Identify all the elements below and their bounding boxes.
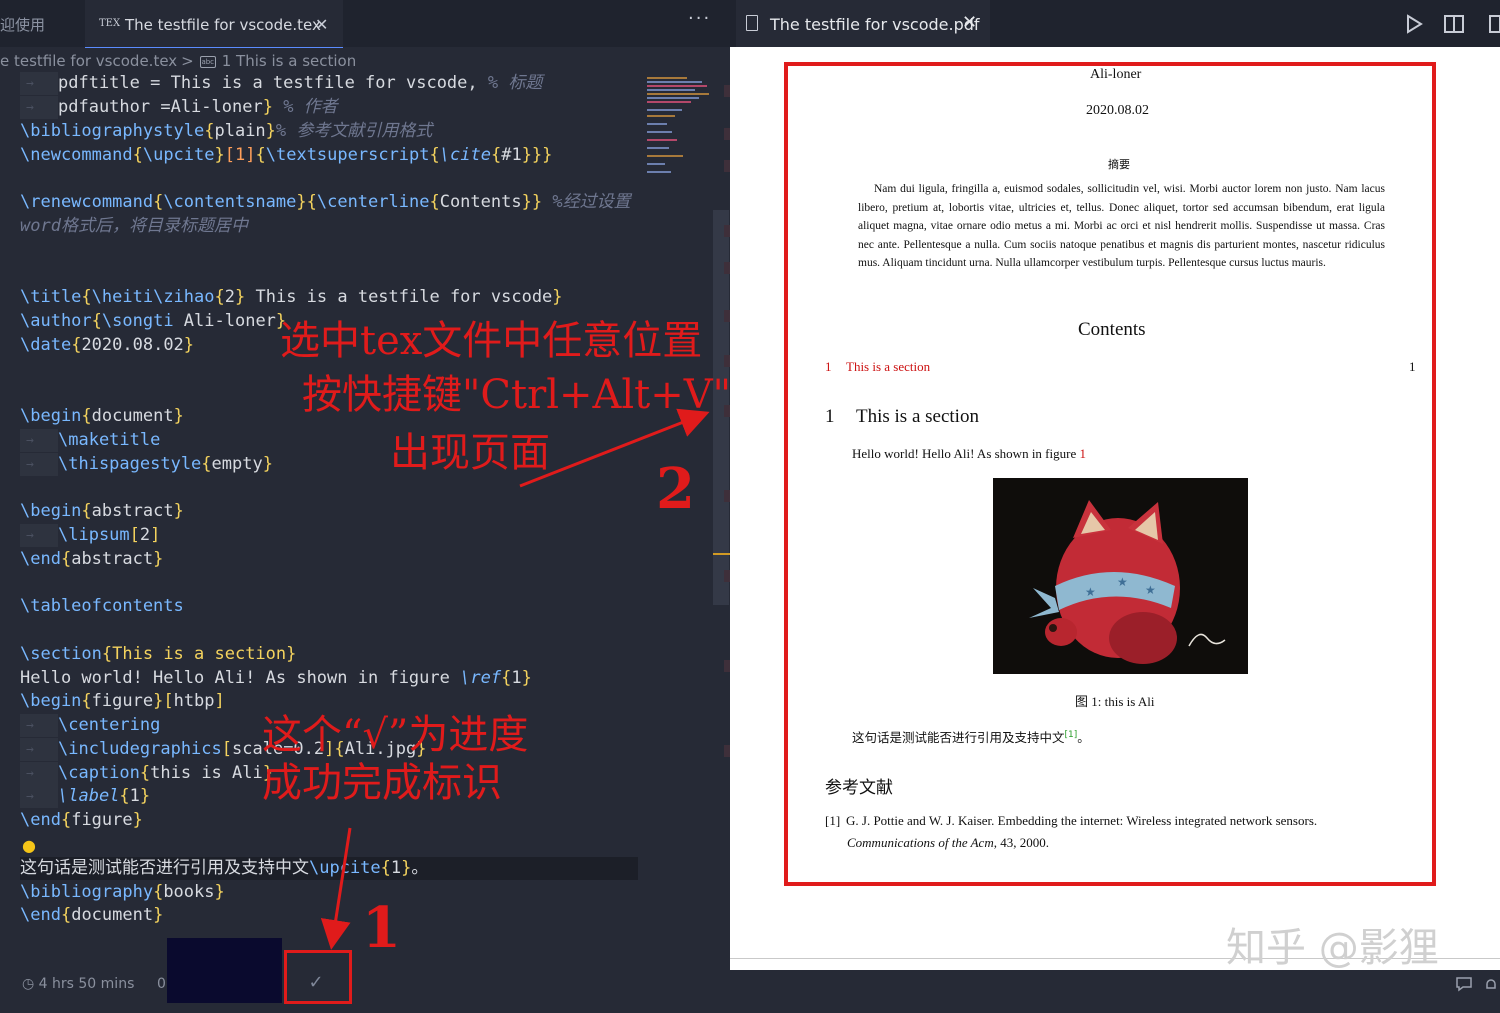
breadcrumb-section[interactable]: 1 This is a section xyxy=(222,52,356,70)
tab-tex-file[interactable]: TEX The testfile for vscode.tex ✕ xyxy=(85,0,343,48)
time-tracker[interactable]: ◷ 4 hrs 50 mins xyxy=(22,976,134,992)
code-line: \maketitle xyxy=(20,429,160,452)
pdf-paragraph: Hello world! Hello Ali! As shown in figu… xyxy=(852,446,1086,461)
indent-guide xyxy=(20,429,58,452)
pdf-bibliography-entry-cont: Communications of the Acm, 43, 2000. xyxy=(847,835,1049,850)
history-icon: ◷ xyxy=(22,976,39,992)
pdf-abstract-body: Nam dui ligula, fringilla a, euismod sod… xyxy=(858,183,1385,269)
code-line: \thispagestyle{empty} xyxy=(20,453,273,476)
close-icon[interactable]: ✕ xyxy=(962,12,977,33)
annotation-shortcut-text: 按快捷键"Ctrl+Alt+V" xyxy=(302,372,732,418)
code-line: \author{\songti Ali-loner} xyxy=(20,311,287,331)
pdf-section-number: 1 xyxy=(825,406,835,427)
code-line: \tableofcontents xyxy=(20,596,184,616)
code-editor[interactable]: pdftitle = This is a testfile for vscode… xyxy=(0,72,715,942)
indent-guide xyxy=(20,762,58,785)
pdf-bibliography-title: 参考文献 xyxy=(825,778,893,798)
pdf-contents-title: Contents xyxy=(1078,319,1146,340)
code-line: pdftitle = This is a testfile for vscode… xyxy=(20,72,542,95)
code-line: \end{document} xyxy=(20,905,164,925)
annotation-number-2: 2 xyxy=(656,456,695,522)
pdf-author: Ali-loner xyxy=(1090,67,1142,82)
code-line: pdfauthor =Ali-loner} % 作者 xyxy=(20,96,338,119)
chevron-right-icon: > xyxy=(181,52,194,70)
code-line: \bibliography{books} xyxy=(20,882,225,902)
code-line: \end{figure} xyxy=(20,810,143,830)
pdf-citation-link[interactable]: [1] xyxy=(1065,730,1078,740)
indent-guide xyxy=(20,96,58,119)
pdf-toc-page: 1 xyxy=(1409,359,1416,374)
pdf-figure-ref-link[interactable]: 1 xyxy=(1079,446,1086,461)
watermark: 知乎 @影狸 xyxy=(1226,925,1439,971)
run-icon[interactable] xyxy=(1402,12,1426,36)
code-line: \centering xyxy=(20,714,160,737)
status-item[interactable]: 0 xyxy=(157,976,166,992)
annotation-page-appears-text: 出现页面 xyxy=(390,430,550,476)
lightbulb-icon[interactable]: ● xyxy=(22,836,36,855)
indent-guide xyxy=(20,785,58,808)
code-line: \begin{abstract} xyxy=(20,501,184,521)
bell-icon[interactable] xyxy=(1484,978,1498,992)
code-line-current: 这句话是测试能否进行引用及支持中文\upcite{1}。 xyxy=(20,857,638,880)
indent-guide xyxy=(20,714,58,737)
pdf-figure-image: ★ ★ ★ xyxy=(993,478,1248,674)
editor-tab-bar: 迎使用 TEX The testfile for vscode.tex ✕ ··… xyxy=(0,0,730,48)
tab-welcome-label: 迎使用 xyxy=(0,16,46,34)
section-symbol-icon: abc xyxy=(199,55,216,68)
minimap[interactable] xyxy=(645,75,713,185)
annotation-number-1: 1 xyxy=(362,895,401,961)
code-line: \section{This is a section} xyxy=(20,644,297,664)
annotation-success-text: 成功完成标识 xyxy=(262,760,502,806)
annotation-select-text: 选中tex文件中任意位置 xyxy=(280,318,703,364)
pdf-section-title: This is a section xyxy=(856,406,979,427)
star-icon: ★ xyxy=(1145,583,1156,597)
feedback-icon[interactable] xyxy=(1455,976,1473,992)
code-line: \caption{this is Ali} xyxy=(20,762,273,785)
pdf-cite-sentence: 这句话是测试能否进行引用及支持中文[1]。 xyxy=(852,729,1090,745)
tab-pdf-file-label: The testfile for vscode.pdf xyxy=(770,15,980,34)
code-line: \date{2020.08.02} xyxy=(20,335,195,355)
pdf-bibliography-entry: G. J. Pottie and W. J. Kaiser. Embedding… xyxy=(846,813,1318,828)
status-block xyxy=(167,938,282,1003)
indent-guide xyxy=(20,738,58,761)
code-line: \begin{figure}[htbp] xyxy=(20,691,225,711)
code-line: \newcommand{\upcite}[1]{\textsuperscript… xyxy=(20,145,553,165)
pdf-toc-number[interactable]: 1 xyxy=(825,359,832,375)
close-icon[interactable]: ✕ xyxy=(315,0,328,50)
code-line: word格式后，将目录标题居中 xyxy=(20,216,248,236)
tex-file-icon: TEX xyxy=(99,18,121,29)
more-icon[interactable] xyxy=(1488,14,1500,34)
code-line: \title{\heiti\zihao{2} This is a testfil… xyxy=(20,287,563,307)
code-line: \label{1} xyxy=(20,785,150,808)
pdf-toc-link[interactable]: This is a section xyxy=(846,359,930,375)
code-line: \end{abstract} xyxy=(20,549,164,569)
pdf-figure-caption: 图 1: this is Ali xyxy=(1075,694,1155,709)
breadcrumb-file[interactable]: e testfile for vscode.tex xyxy=(0,52,177,70)
pdf-bibliography-number: [1] xyxy=(825,813,841,828)
more-actions-icon[interactable]: ··· xyxy=(688,8,711,29)
tab-welcome[interactable]: 迎使用 xyxy=(0,0,78,47)
code-line: \renewcommand{\contentsname}{\centerline… xyxy=(20,192,631,212)
code-line: Hello world! Hello Ali! As shown in figu… xyxy=(20,668,532,688)
tab-pdf-file[interactable]: The testfile for vscode.pdf ✕ xyxy=(736,0,990,49)
code-line: \lipsum[2] xyxy=(20,524,160,547)
file-icon xyxy=(746,15,758,31)
indent-guide xyxy=(20,72,58,95)
code-line: \bibliographystyle{plain}% 参考文献引用格式 xyxy=(20,121,433,141)
status-bar: ◷ 4 hrs 50 mins 0 xyxy=(0,968,730,1003)
star-icon: ★ xyxy=(1117,575,1128,589)
tab-tex-file-label: The testfile for vscode.tex xyxy=(125,16,321,34)
pdf-date: 2020.08.02 xyxy=(1086,103,1149,118)
star-icon: ★ xyxy=(1085,585,1096,599)
breadcrumb: e testfile for vscode.tex > abc 1 This is a… xyxy=(0,48,720,74)
split-editor-icon[interactable] xyxy=(1443,14,1465,34)
pdf-abstract-title: 摘要 xyxy=(1108,158,1130,171)
scrollbar-position-marker xyxy=(713,553,730,555)
code-line: \begin{document} xyxy=(20,406,184,426)
pdf-status-bar xyxy=(730,970,1500,1003)
indent-guide xyxy=(20,524,58,547)
fox-illustration-image: ★ ★ ★ xyxy=(993,478,1248,674)
indent-guide xyxy=(20,453,58,476)
annotation-highlight-box xyxy=(284,950,352,1004)
